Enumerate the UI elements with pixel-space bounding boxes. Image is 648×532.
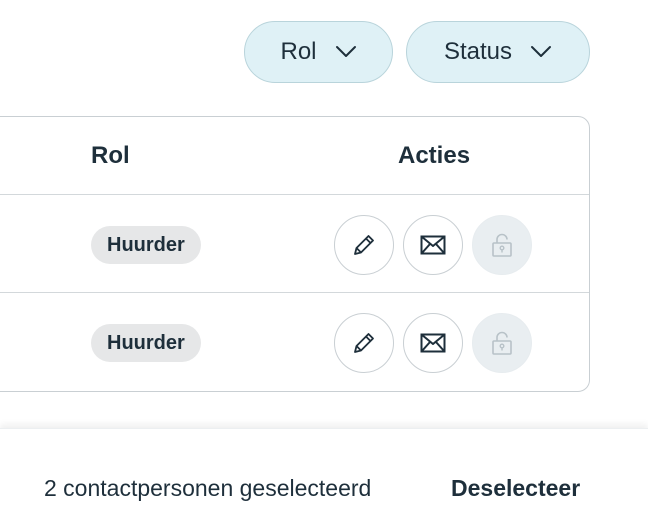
unlock-button[interactable] [472, 215, 532, 275]
table-header: Rol Acties [0, 117, 589, 195]
send-email-button[interactable] [403, 215, 463, 275]
filter-bar: Rol Status [244, 21, 590, 83]
role-badge: Huurder [91, 226, 201, 264]
selection-count-text: 2 contactpersonen geselecteerd [44, 475, 372, 501]
status-filter-label: Status [443, 38, 513, 65]
rol-filter-button[interactable]: Rol [244, 21, 393, 83]
unlocked-padlock-icon [488, 231, 516, 259]
rol-filter-label: Rol [280, 38, 317, 65]
pencil-icon [350, 231, 378, 259]
send-email-button[interactable] [403, 313, 463, 373]
pencil-icon [350, 329, 378, 357]
row-actions [334, 313, 532, 373]
deselect-button[interactable]: Deselecteer [451, 475, 580, 502]
edit-button[interactable] [334, 215, 394, 275]
envelope-icon [419, 231, 447, 259]
contacts-table: Rol Acties Huurder Huurder [0, 116, 590, 392]
unlock-button[interactable] [472, 313, 532, 373]
row-actions [334, 215, 532, 275]
envelope-icon [419, 329, 447, 357]
role-badge: Huurder [91, 324, 201, 362]
column-header-acties: Acties [398, 142, 471, 169]
edit-button[interactable] [334, 313, 394, 373]
unlocked-padlock-icon [488, 329, 516, 357]
chevron-down-icon [530, 45, 552, 59]
status-filter-button[interactable]: Status [406, 21, 590, 83]
table-row: Huurder [0, 293, 589, 391]
column-header-rol[interactable]: Rol [91, 117, 130, 195]
chevron-down-icon [335, 45, 357, 59]
selection-bar: 2 contactpersonen geselecteerd Deselecte… [0, 428, 648, 532]
table-row: Huurder [0, 195, 589, 293]
